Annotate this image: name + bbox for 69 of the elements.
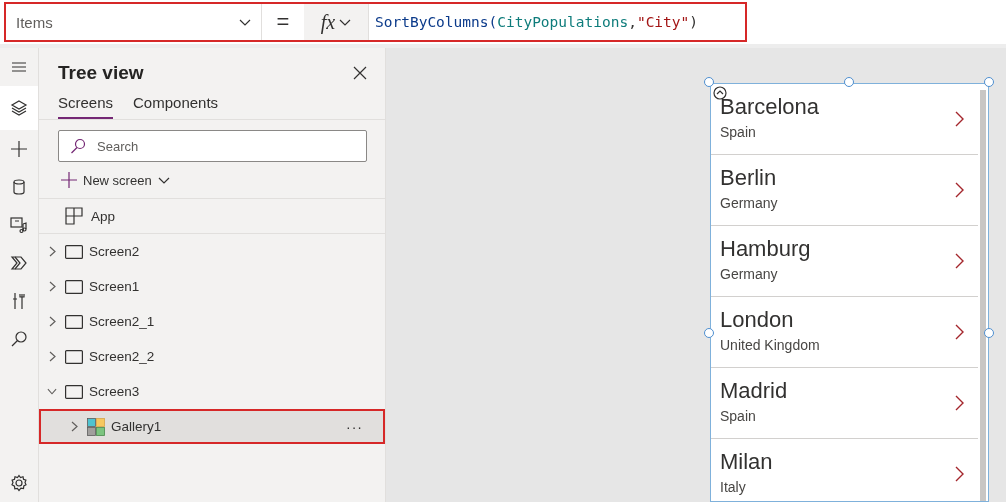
gallery-item-subtitle: Spain bbox=[720, 124, 757, 140]
layers-icon[interactable] bbox=[10, 99, 28, 117]
screen-icon bbox=[65, 314, 83, 329]
gallery-item-subtitle: Germany bbox=[720, 195, 779, 211]
close-icon[interactable] bbox=[353, 66, 367, 80]
formula-text[interactable]: SortByColumns(CityPopulations,"City") bbox=[368, 4, 745, 40]
gallery-item-title: London bbox=[720, 307, 795, 333]
tree-item[interactable]: Screen2_2 bbox=[89, 349, 385, 364]
equals-sign: = bbox=[275, 8, 291, 36]
chevron-right-icon[interactable] bbox=[48, 281, 56, 292]
tree-item[interactable]: Screen2_1 bbox=[89, 314, 385, 329]
tree-item-selected-row[interactable]: Gallery1 ··· bbox=[39, 409, 385, 444]
screen-icon bbox=[65, 384, 83, 399]
gallery-item-title: Hamburg bbox=[720, 236, 812, 262]
new-screen-button[interactable]: New screen bbox=[61, 170, 170, 190]
resize-handle[interactable] bbox=[984, 328, 994, 338]
settings-icon[interactable] bbox=[10, 474, 28, 492]
screen-icon bbox=[65, 349, 83, 364]
search-icon[interactable] bbox=[10, 330, 28, 348]
tools-icon[interactable] bbox=[10, 292, 28, 310]
chevron-right-icon[interactable] bbox=[955, 253, 964, 269]
more-button[interactable]: ··· bbox=[346, 418, 363, 435]
chevron-right-icon[interactable] bbox=[48, 316, 56, 327]
tree-item[interactable]: Screen3 bbox=[89, 384, 385, 399]
app-icon bbox=[65, 207, 83, 225]
chevron-right-icon[interactable] bbox=[955, 466, 964, 482]
tree-item-label: Gallery1 bbox=[111, 419, 163, 434]
gallery-item-subtitle: Germany bbox=[720, 266, 779, 282]
gallery-item-title: Berlin bbox=[720, 165, 778, 191]
gallery-icon bbox=[87, 417, 105, 436]
tab[interactable]: Components bbox=[133, 94, 219, 119]
search-field[interactable]: Search bbox=[58, 130, 367, 162]
chevron-right-icon[interactable] bbox=[955, 395, 964, 411]
chevron-right-icon[interactable] bbox=[955, 324, 964, 340]
gallery-item-subtitle: Spain bbox=[720, 408, 757, 424]
chevron-down-icon bbox=[239, 18, 251, 26]
scrollbar[interactable] bbox=[980, 90, 986, 501]
chevron-right-icon[interactable] bbox=[955, 111, 964, 127]
tree-item[interactable]: Screen1 bbox=[89, 279, 385, 294]
rotate-icon[interactable] bbox=[713, 86, 727, 100]
gallery-item-title: Barcelona bbox=[720, 94, 821, 120]
tree-item[interactable]: App bbox=[91, 208, 116, 224]
database-icon[interactable] bbox=[10, 178, 28, 196]
resize-handle[interactable] bbox=[844, 77, 854, 87]
gallery-item-subtitle: United Kingdom bbox=[720, 337, 821, 353]
chevron-down-icon bbox=[339, 18, 352, 26]
chevron-down-icon bbox=[157, 176, 170, 184]
tab[interactable]: Screens bbox=[58, 94, 114, 119]
flow-icon[interactable] bbox=[10, 254, 28, 272]
chevron-right-icon[interactable] bbox=[48, 351, 56, 362]
gallery[interactable]: Barcelona Spain Berlin Germany Hamburg Germany London United Kingdom Madrid Spain Milan Italy bbox=[710, 83, 989, 502]
screen-icon bbox=[65, 279, 83, 294]
screen-icon bbox=[65, 244, 83, 259]
gallery-item-title: Madrid bbox=[720, 378, 789, 404]
media-icon[interactable] bbox=[10, 216, 28, 234]
plus-icon bbox=[61, 172, 77, 188]
tree-item[interactable]: Screen2 bbox=[89, 244, 385, 259]
plus-icon[interactable] bbox=[10, 140, 28, 158]
gallery-item-subtitle: Italy bbox=[720, 479, 747, 495]
resize-handle[interactable] bbox=[984, 77, 994, 87]
resize-handle[interactable] bbox=[704, 77, 714, 87]
gallery-item-title: Milan bbox=[720, 449, 774, 475]
chevron-right-icon[interactable] bbox=[48, 246, 56, 257]
chevron-right-icon[interactable] bbox=[70, 421, 78, 432]
chevron-down-icon[interactable] bbox=[47, 388, 57, 395]
resize-handle[interactable] bbox=[704, 328, 714, 338]
fx-button[interactable]: fx bbox=[304, 4, 368, 40]
panel-title: Tree view bbox=[58, 62, 144, 84]
chevron-right-icon[interactable] bbox=[955, 182, 964, 198]
